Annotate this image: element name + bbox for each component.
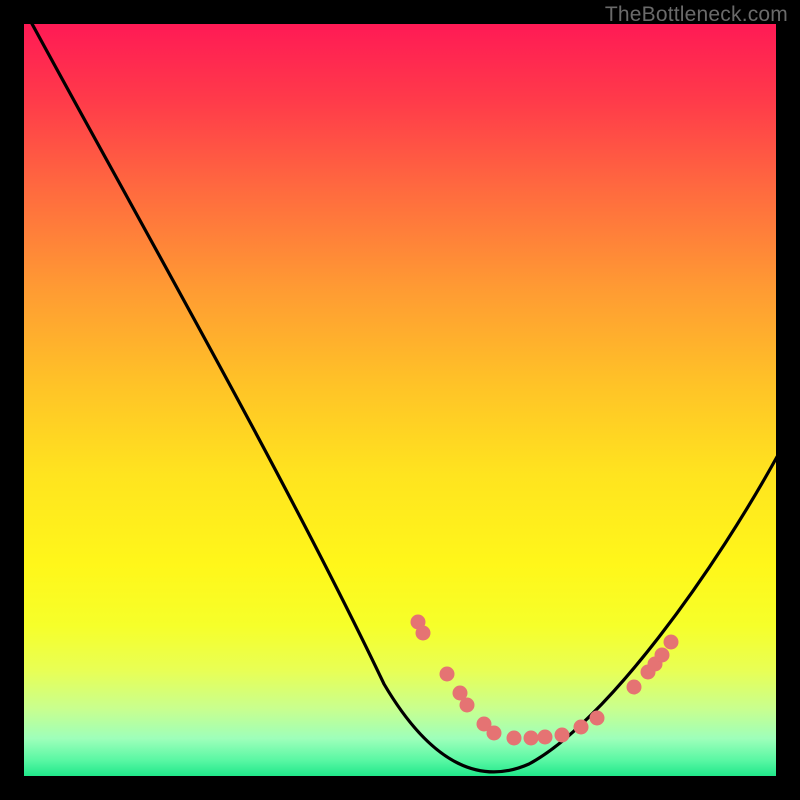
- data-point: [590, 711, 605, 726]
- data-point: [487, 726, 502, 741]
- data-point: [507, 731, 522, 746]
- data-point: [460, 698, 475, 713]
- bottleneck-curve: [24, 24, 776, 776]
- data-point: [538, 730, 553, 745]
- plot-area: [24, 24, 776, 776]
- data-point: [664, 635, 679, 650]
- chart-frame: TheBottleneck.com: [0, 0, 800, 800]
- data-point: [440, 667, 455, 682]
- data-point: [555, 728, 570, 743]
- data-point: [524, 731, 539, 746]
- data-point: [627, 680, 642, 695]
- watermark-text: TheBottleneck.com: [605, 3, 788, 27]
- data-point: [574, 720, 589, 735]
- data-point: [416, 626, 431, 641]
- data-point: [655, 648, 670, 663]
